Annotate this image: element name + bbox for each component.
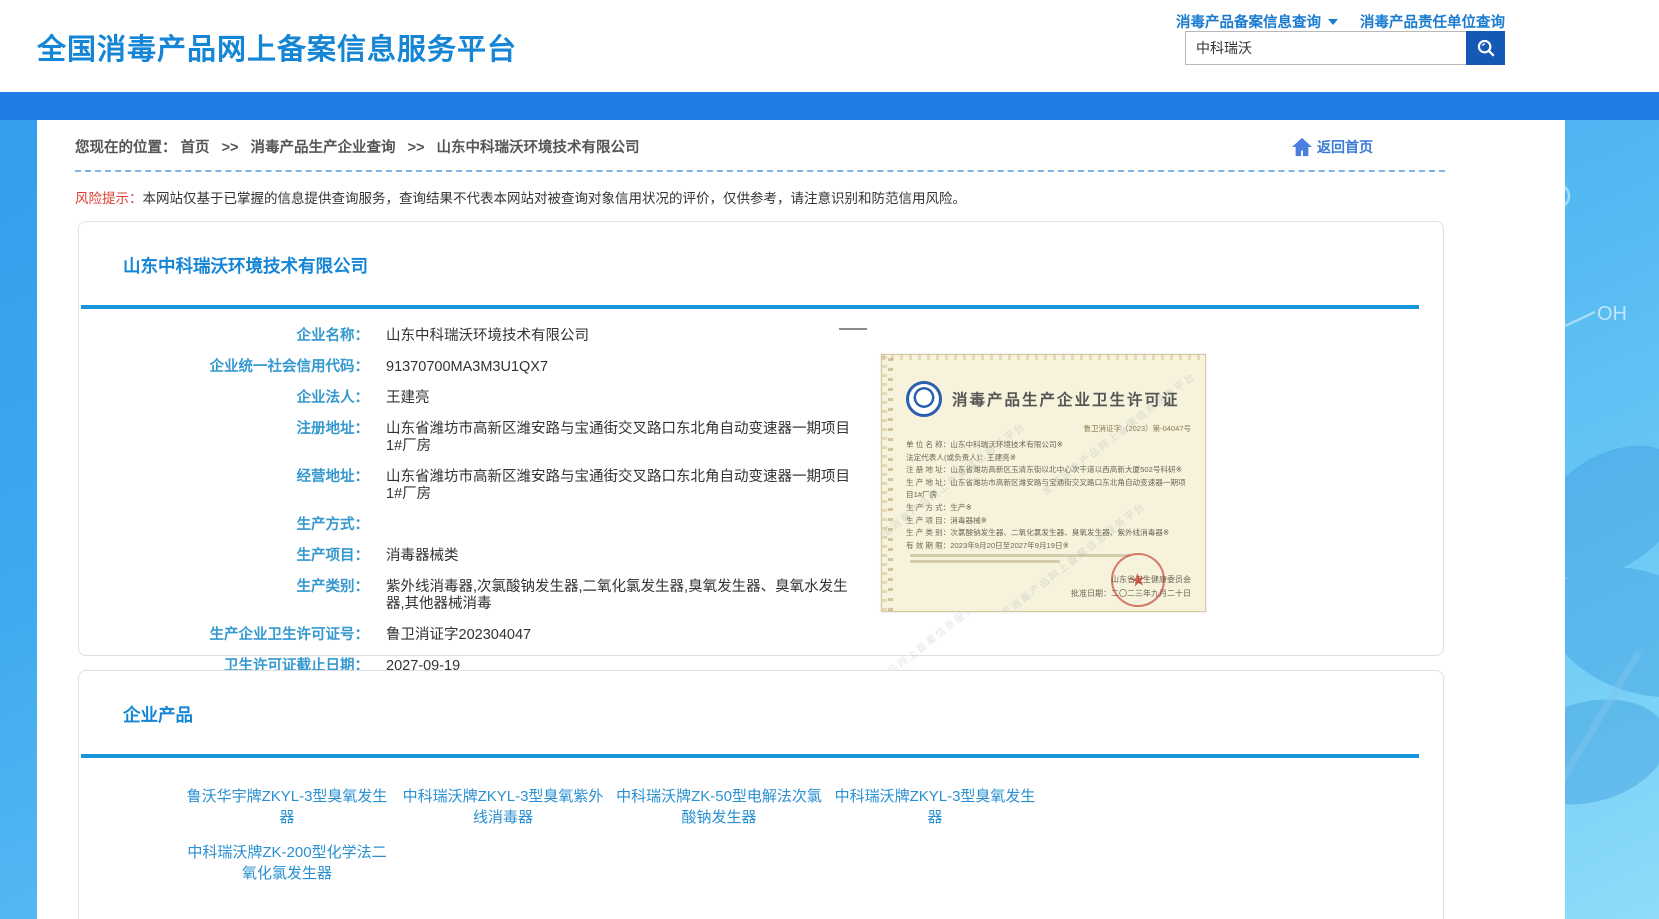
breadcrumb-row: 您现在的位置： 首页 >> 消毒产品生产企业查询 >> 山东中科瑞沃环境技术有限… — [75, 136, 1445, 157]
field-row-company-name: 企业名称： 山东中科瑞沃环境技术有限公司 — [79, 321, 1443, 352]
product-link[interactable]: 中科瑞沃牌ZK-50型电解法次氯酸钠发生器 — [611, 786, 827, 828]
hygiene-license-certificate-image: 全国消毒产品网上备案信息服务平台 全国消毒产品网上备案信息服务平台 全国消毒产品… — [881, 354, 1206, 612]
products-grid: 鲁沃华宇牌ZKYL-3型臭氧发生器 中科瑞沃牌ZKYL-3型臭氧紫外线消毒器 中… — [179, 786, 1443, 884]
certificate-number: 鲁卫消证字（2023）第-04047号 — [882, 423, 1191, 434]
company-products-card: 企业产品 鲁沃华宇牌ZKYL-3型臭氧发生器 中科瑞沃牌ZKYL-3型臭氧紫外线… — [78, 670, 1444, 919]
svg-text:OH: OH — [1597, 303, 1627, 325]
certificate-header: 消毒产品生产企业卫生许可证 — [906, 381, 1191, 417]
nav-record-info-query-label: 消毒产品备案信息查询 — [1176, 11, 1321, 32]
field-label: 注册地址： — [79, 421, 369, 438]
field-label: 企业法人： — [79, 390, 369, 407]
breadcrumb-current: 山东中科瑞沃环境技术有限公司 — [437, 140, 640, 156]
field-row-business-address: 经营地址： 山东省潍坊市高新区潍安路与宝通街交叉路口东北角自动变速器一期项目1#… — [79, 462, 1443, 510]
certificate-lines: 单 位 名 称：山东中科瑞沃环境技术有限公司※ 法定代表人(或负责人)：王建亮※… — [906, 439, 1193, 552]
field-row-production-category: 生产类别： 紫外线消毒器,次氯酸钠发生器,二氧化氯发生器,臭氧发生器、臭氧水发生… — [79, 572, 1443, 620]
field-row-license-number: 生产企业卫生许可证号： 鲁卫消证字202304047 — [79, 620, 1443, 651]
field-label: 生产类别： — [79, 579, 369, 596]
field-label: 生产方式： — [79, 517, 369, 534]
field-value: 王建亮 — [386, 390, 430, 407]
certificate-watermark: 全国消毒产品网上备案信息服务平台 — [1038, 367, 1199, 497]
company-fields: 企业名称： 山东中科瑞沃环境技术有限公司 企业统一社会信用代码： 9137070… — [79, 321, 1443, 682]
field-value: 山东省潍坊市高新区潍安路与宝通街交叉路口东北角自动变速器一期项目1#厂房 — [386, 421, 851, 455]
nav-responsible-unit-query[interactable]: 消毒产品责任单位查询 — [1360, 11, 1505, 32]
breadcrumb-separator: >> — [408, 140, 425, 156]
field-label: 企业统一社会信用代码： — [79, 359, 369, 376]
breadcrumb-home-link[interactable]: 首页 — [181, 140, 210, 156]
breadcrumb-separator: >> — [222, 140, 239, 156]
main-panel: 您现在的位置： 首页 >> 消毒产品生产企业查询 >> 山东中科瑞沃环境技术有限… — [37, 120, 1565, 919]
product-link[interactable]: 鲁沃华宇牌ZKYL-3型臭氧发生器 — [179, 786, 395, 828]
red-official-seal: ★ — [1108, 550, 1169, 611]
certificate-line: 生 产 地 址：山东省潍坊市高新区潍安路与宝通街交叉路口东北角自动变速器一期项目… — [906, 477, 1193, 502]
certificate-line: 生 产 类 别：次氯酸钠发生器、二氧化氯发生器、臭氧发生器、紫外线消毒器※ — [906, 527, 1193, 540]
risk-notice-text: 本网站仅基于已掌握的信息提供查询服务，查询结果不代表本网站对被查询对象信用状况的… — [143, 191, 967, 206]
header-divider-band — [0, 92, 1659, 120]
search-button[interactable] — [1466, 31, 1505, 65]
certificate-perforation-border — [888, 355, 893, 611]
search-input[interactable] — [1185, 31, 1466, 65]
field-row-credit-code: 企业统一社会信用代码： 91370700MA3M3U1QX7 — [79, 352, 1443, 383]
breadcrumb-prefix: 您现在的位置： — [75, 140, 177, 156]
card-title-underline — [81, 305, 1419, 309]
search-bar — [1185, 31, 1505, 65]
back-home-link[interactable]: 返回首页 — [1291, 137, 1373, 157]
field-label: 企业名称： — [79, 328, 369, 345]
field-value: 鲁卫消证字202304047 — [386, 627, 531, 644]
company-card-title: 山东中科瑞沃环境技术有限公司 — [123, 253, 1443, 278]
home-icon — [1291, 137, 1313, 157]
risk-notice: 风险提示：本网站仅基于已掌握的信息提供查询服务，查询结果不代表本网站对被查询对象… — [75, 187, 1565, 207]
certificate-line: 有 效 期 限：2023年9月20日至2027年9月19日※ — [906, 540, 1193, 553]
field-row-legal-person: 企业法人： 王建亮 — [79, 383, 1443, 414]
product-link[interactable]: 中科瑞沃牌ZKYL-3型臭氧发生器 — [827, 786, 1043, 828]
health-emblem-icon — [906, 381, 942, 417]
certificate-line: 生 产 方 式：生产※ — [906, 502, 1193, 515]
product-link[interactable]: 中科瑞沃牌ZK-200型化学法二氧化氯发生器 — [179, 842, 395, 884]
field-value: 山东中科瑞沃环境技术有限公司 — [386, 328, 589, 345]
company-info-card: 山东中科瑞沃环境技术有限公司 企业名称： 山东中科瑞沃环境技术有限公司 企业统一… — [78, 221, 1444, 656]
certificate-line: 法定代表人(或负责人)：王建亮※ — [906, 452, 1193, 465]
image-corner-artifact — [839, 328, 867, 330]
product-link[interactable]: 中科瑞沃牌ZKYL-3型臭氧紫外线消毒器 — [395, 786, 611, 828]
field-value: 紫外线消毒器,次氯酸钠发生器,二氧化氯发生器,臭氧发生器、臭氧水发生器,其他器械… — [386, 579, 851, 613]
field-label: 经营地址： — [79, 469, 369, 486]
field-row-registered-address: 注册地址： 山东省潍坊市高新区潍安路与宝通街交叉路口东北角自动变速器一期项目1#… — [79, 414, 1443, 462]
field-value: 91370700MA3M3U1QX7 — [386, 359, 548, 376]
field-label: 生产企业卫生许可证号： — [79, 627, 369, 644]
site-title: 全国消毒产品网上备案信息服务平台 — [37, 26, 517, 68]
products-card-title: 企业产品 — [123, 702, 1443, 727]
certificate-line: 生 产 项 目：消毒器械※ — [906, 515, 1193, 528]
certificate-watermark: 全国消毒产品网上备案信息服务平台 — [881, 417, 1028, 547]
search-icon — [1475, 37, 1497, 59]
dashed-separator — [75, 170, 1445, 172]
top-nav: 消毒产品备案信息查询 消毒产品责任单位查询 — [1176, 11, 1505, 32]
field-row-production-mode: 生产方式： — [79, 510, 1443, 541]
chevron-down-icon — [1328, 19, 1338, 25]
risk-notice-label: 风险提示： — [75, 191, 143, 206]
certificate-title: 消毒产品生产企业卫生许可证 — [952, 388, 1180, 410]
nav-record-info-query[interactable]: 消毒产品备案信息查询 — [1176, 11, 1338, 32]
field-row-production-project: 生产项目： 消毒器械类 — [79, 541, 1443, 572]
field-label: 生产项目： — [79, 548, 369, 565]
card-title-underline — [81, 754, 1419, 758]
field-value: 消毒器械类 — [386, 548, 459, 565]
field-value: 山东省潍坊市高新区潍安路与宝通街交叉路口东北角自动变速器一期项目1#厂房 — [386, 469, 851, 503]
breadcrumb-query-link[interactable]: 消毒产品生产企业查询 — [251, 140, 396, 156]
back-home-label: 返回首页 — [1317, 137, 1373, 157]
certificate-line: 单 位 名 称：山东中科瑞沃环境技术有限公司※ — [906, 439, 1193, 452]
breadcrumb: 您现在的位置： 首页 >> 消毒产品生产企业查询 >> 山东中科瑞沃环境技术有限… — [75, 136, 640, 157]
nav-responsible-unit-query-label: 消毒产品责任单位查询 — [1360, 11, 1505, 32]
page-header: 全国消毒产品网上备案信息服务平台 消毒产品备案信息查询 消毒产品责任单位查询 — [0, 0, 1659, 92]
certificate-line: 注 册 地 址：山东省潍坊高新区玉清东街以北中心次干道以西高新大厦502号科研※ — [906, 464, 1193, 477]
